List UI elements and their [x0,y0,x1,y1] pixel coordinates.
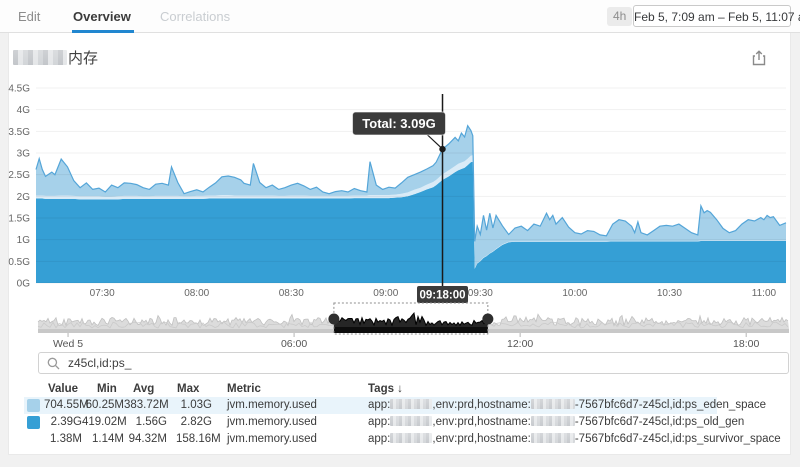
redacted-text [531,416,575,426]
column-header-tags[interactable]: Tags ↓ [368,381,789,397]
share-export-icon[interactable] [748,47,770,69]
redacted-text [390,399,432,409]
max-cell: 2.82G [176,414,220,431]
table-row[interactable]: 2.39G419.02M1.56G2.82Gjvm.memory.used app… [24,414,789,431]
widget-header: 内存 [13,48,98,66]
redacted-text [531,399,575,409]
tooltip-total-label: Total: 3.09G [362,116,435,131]
x-axis-label: 09:00 [373,288,398,299]
minimap-time-label: Wed 5 [53,338,83,350]
y-axis-label: 0G [17,279,31,290]
metric-cell: jvm.memory.used [220,397,354,414]
max-cell: 1.03G [176,397,220,414]
redacted-text [390,416,432,426]
top-bar: Edit Overview Correlations 4h Feb 5, 7:0… [0,0,800,33]
date-range-picker[interactable]: Feb 5, 7:09 am – Feb 5, 11:07 am [633,5,791,27]
search-input[interactable] [66,355,788,371]
y-axis-label: 3.5G [8,127,30,138]
x-axis-label: 10:00 [562,288,587,299]
tooltip-pointer-line [427,134,442,148]
metric-cell: jvm.memory.used [220,431,354,448]
x-axis-label: 08:00 [184,288,209,299]
tab-edit[interactable]: Edit [18,0,40,33]
redacted-title-text [13,50,67,65]
value-cell: 2.39G [44,414,82,431]
y-axis-label: 3G [17,149,31,160]
timeline-minimap[interactable]: Wed 5 06:00 12:00 18:00 [0,300,800,352]
search-icon [47,357,60,370]
x-axis-label: 11:00 [752,288,777,299]
tags-cell: app:,env:prd,hostname:-7567bfc6d7-z45cl,… [368,414,789,431]
value-cell: 704.55M [44,397,82,414]
avg-cell: 94.32M [124,431,176,448]
y-axis-label: 4G [17,105,31,116]
column-header-avg: Avg [124,381,176,397]
x-axis-label: 09:30 [468,288,493,299]
min-cell: 1.14M [82,431,124,448]
minimap-time-label: 12:00 [507,338,533,350]
x-axis-label: 07:30 [90,288,115,299]
x-axis-label: 10:30 [657,288,682,299]
hover-point [439,146,445,152]
table-header-row: ValueMinAvgMaxMetric Tags ↓ [24,381,789,397]
min-cell: 419.02M [82,414,124,431]
column-header-metric: Metric [220,381,354,397]
redacted-text [390,433,432,443]
table-row[interactable]: 1.38M1.14M94.32M158.16Mjvm.memory.used ap… [24,431,789,448]
minimap-time-label: 06:00 [281,338,307,350]
tags-cell: app:,env:prd,hostname:-7567bfc6d7-z45cl,… [368,431,789,448]
table-row[interactable]: 704.55M60.25M383.72M1.03Gjvm.memory.used… [24,397,789,414]
column-header-value: Value [44,381,82,397]
series-color-swatch [27,399,40,412]
tab-overview[interactable]: Overview [73,0,131,33]
min-cell: 60.25M [82,397,124,414]
memory-usage-chart[interactable]: 0G 0.5G 1G 1.5G 2G 2.5G 3G 3.5G 4G 4.5G 07:30 08:00… [0,84,800,305]
y-axis-label: 0.5G [8,257,30,268]
redacted-text [531,433,575,443]
legend-table: ValueMinAvgMaxMetricTags ↓704.55M60.25M3… [24,381,789,448]
y-axis-label: 2G [17,192,31,203]
column-header-max: Max [176,381,220,397]
max-cell: 158.16M [176,431,220,448]
value-cell: 1.38M [44,431,82,448]
widget-title: 内存 [68,47,98,68]
column-header-min: Min [82,381,124,397]
minimap-time-label: 18:00 [733,338,759,350]
avg-cell: 1.56G [124,414,176,431]
avg-cell: 383.72M [124,397,176,414]
search-box [38,352,789,374]
series-color-swatch [27,416,40,429]
selection-handle-left[interactable] [328,314,339,325]
x-axis-label: 08:30 [279,288,304,299]
selection-handle-right[interactable] [482,314,493,325]
y-axis-label: 4.5G [8,84,30,95]
metric-cell: jvm.memory.used [220,414,354,431]
series-color-swatch [27,433,40,446]
time-range-badge[interactable]: 4h [607,7,632,26]
tags-cell: app:,env:prd,hostname:-7567bfc6d7-z45cl,… [368,397,789,414]
tab-correlations[interactable]: Correlations [160,0,230,33]
y-axis-label: 1G [17,235,31,246]
y-axis-label: 2.5G [8,170,30,181]
y-axis-label: 1.5G [8,214,30,225]
